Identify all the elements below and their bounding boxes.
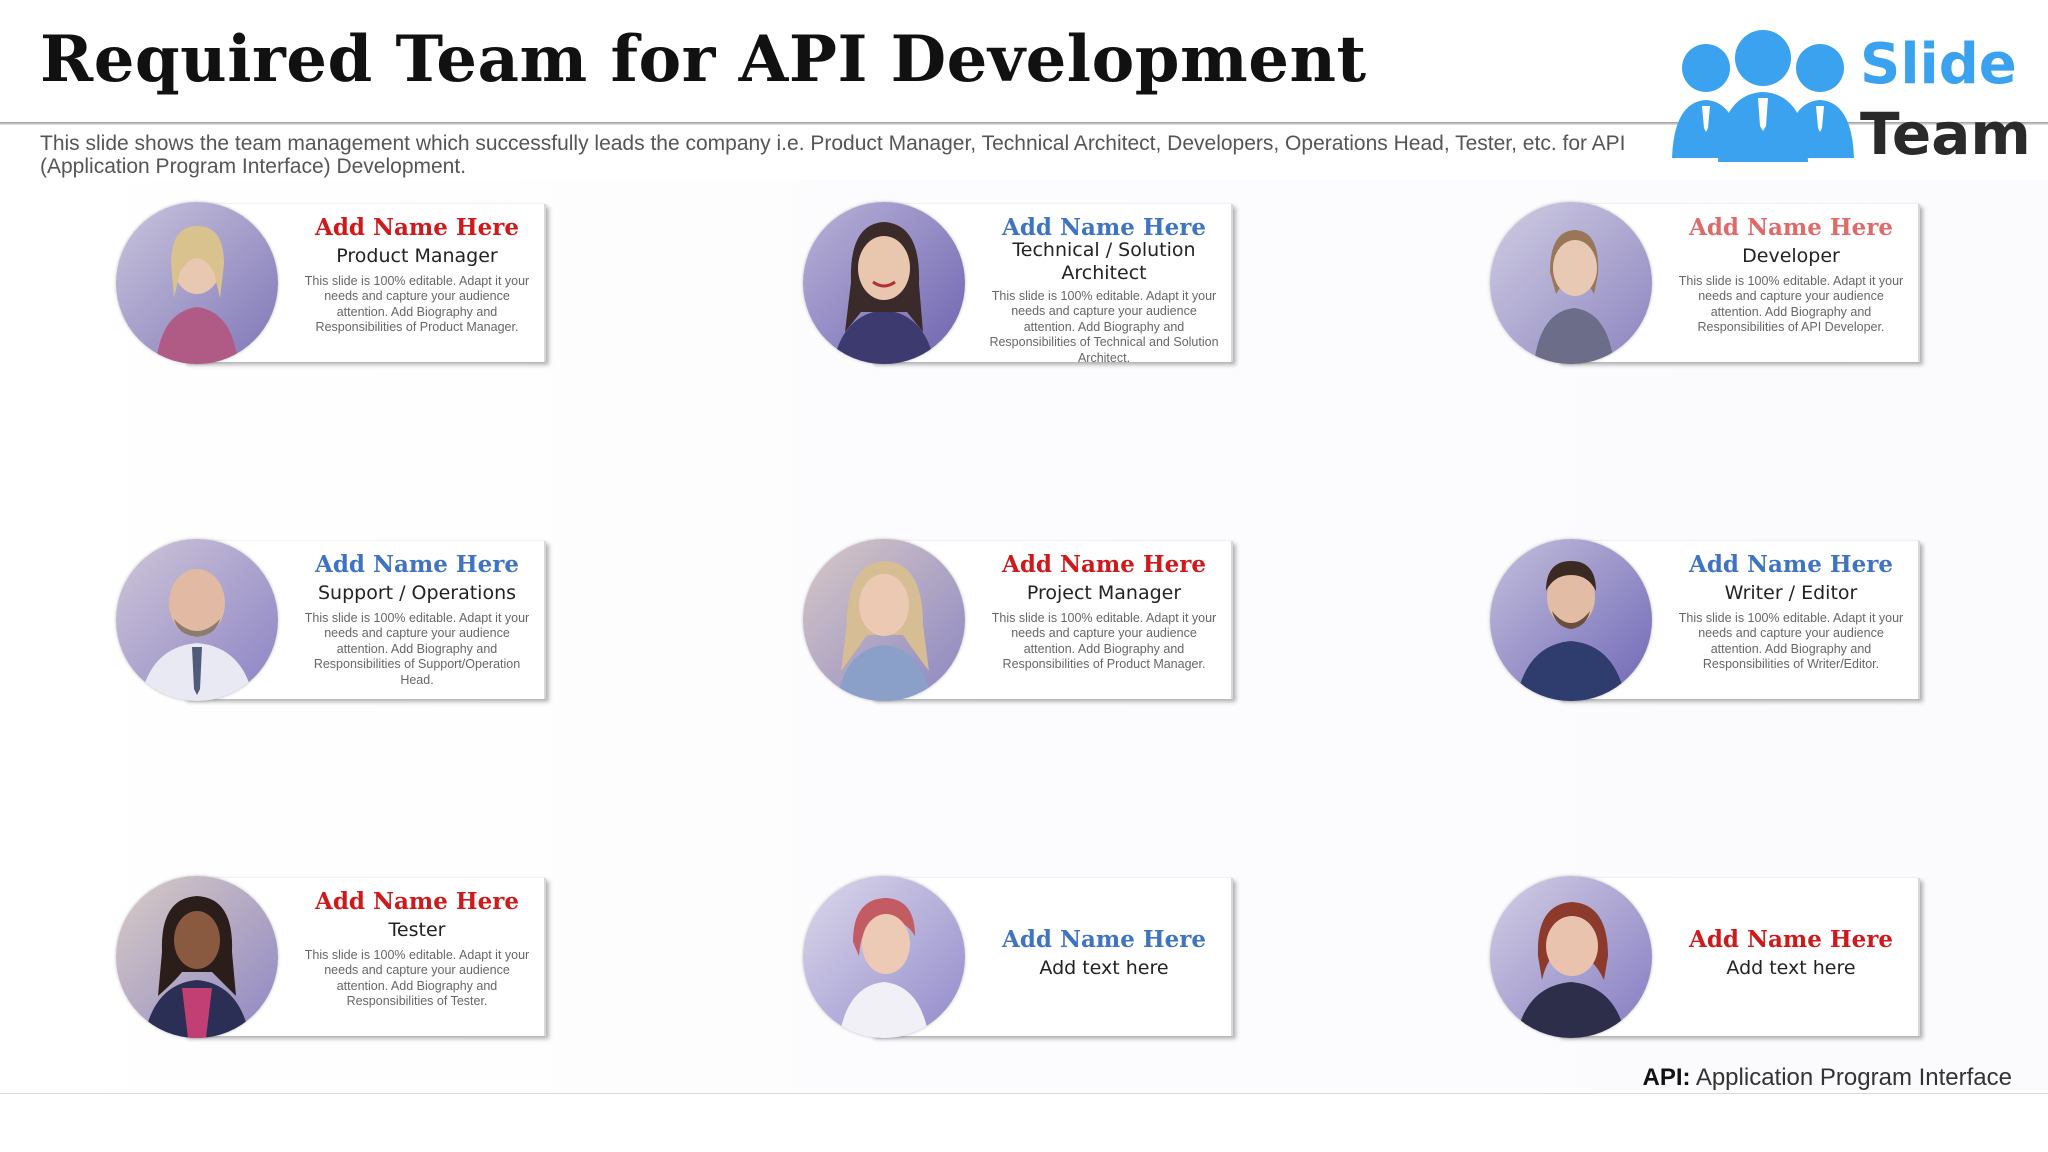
member-name: Add Name Here xyxy=(1688,926,1894,953)
member-description: This slide is 100% editable. Adapt it yo… xyxy=(991,611,1217,672)
card-text: Add Name Here Tester This slide is 100% … xyxy=(272,876,562,1010)
member-role: Project Manager xyxy=(1026,582,1182,604)
team-card-project-manager: Add Name Here Project Manager This slide… xyxy=(801,539,1241,704)
slideteam-logo: Slide Team xyxy=(1668,28,2031,168)
member-role: Writer / Editor xyxy=(1724,582,1858,604)
member-role: Technical / Solution Architect xyxy=(1012,239,1196,284)
member-name: Add Name Here xyxy=(314,888,520,915)
member-name: Add Name Here xyxy=(314,551,520,578)
team-card-product-manager: Add Name Here Product Manager This slide… xyxy=(114,202,554,367)
man-photo xyxy=(116,539,278,701)
card-text: Add Name Here Project Manager This slide… xyxy=(959,539,1249,673)
logo-text-team: Team xyxy=(1860,100,2031,168)
card-text: Add Name Here Writer / Editor This slide… xyxy=(1646,539,1936,673)
woman-photo xyxy=(803,539,965,701)
team-card-developer: Add Name Here Developer This slide is 10… xyxy=(1488,202,1928,367)
member-role: Add text here xyxy=(1726,957,1856,979)
card-text: Add Name Here Developer This slide is 10… xyxy=(1646,202,1936,336)
woman-photo xyxy=(803,876,965,1038)
man-photo xyxy=(1490,539,1652,701)
member-description: This slide is 100% editable. Adapt it yo… xyxy=(989,289,1219,365)
slide-subtitle: This slide shows the team management whi… xyxy=(40,132,1626,178)
woman-photo xyxy=(116,202,278,364)
team-card-technical-architect: Add Name Here Technical / Solution Archi… xyxy=(801,202,1241,367)
team-card-member-9: Add Name Here Add text here xyxy=(1488,876,1928,1041)
card-text: Add Name Here Technical / Solution Archi… xyxy=(959,202,1249,366)
member-role: Support / Operations xyxy=(317,582,517,604)
team-card-tester: Add Name Here Tester This slide is 100% … xyxy=(114,876,554,1041)
api-expansion: Application Program Interface xyxy=(1695,1064,2012,1091)
card-text: Add Name Here Add text here xyxy=(1646,876,1936,980)
team-card-member-8: Add Name Here Add text here xyxy=(801,876,1241,1041)
people-group-icon xyxy=(1672,30,1854,162)
member-role: Product Manager xyxy=(336,245,498,267)
card-text: Add Name Here Support / Operations This … xyxy=(272,539,562,688)
member-name: Add Name Here xyxy=(314,214,520,241)
member-name: Add Name Here xyxy=(1001,926,1207,953)
member-name: Add Name Here xyxy=(1001,551,1207,578)
footer-divider xyxy=(0,1093,2048,1094)
logo-text-slide: Slide xyxy=(1860,32,2017,97)
woman-photo xyxy=(1490,202,1652,364)
api-footnote: API: Application Program Interface xyxy=(1642,1064,2012,1092)
member-role: Developer xyxy=(1742,245,1840,267)
member-name: Add Name Here xyxy=(1001,214,1207,241)
slide-title: Required Team for API Development xyxy=(40,22,1367,97)
card-text: Add Name Here Product Manager This slide… xyxy=(272,202,562,336)
team-card-support-operations: Add Name Here Support / Operations This … xyxy=(114,539,554,704)
member-description: This slide is 100% editable. Adapt it yo… xyxy=(1678,611,1904,672)
api-abbreviation: API: xyxy=(1642,1064,1691,1091)
member-role: Add text here xyxy=(1039,957,1169,979)
team-card-writer-editor: Add Name Here Writer / Editor This slide… xyxy=(1488,539,1928,704)
member-description: This slide is 100% editable. Adapt it yo… xyxy=(304,274,530,335)
woman-photo xyxy=(803,202,965,364)
woman-photo xyxy=(1490,876,1652,1038)
member-description: This slide is 100% editable. Adapt it yo… xyxy=(1678,274,1904,335)
member-description: This slide is 100% editable. Adapt it yo… xyxy=(304,948,530,1009)
woman-photo xyxy=(116,876,278,1038)
member-role: Tester xyxy=(388,919,446,941)
member-name: Add Name Here xyxy=(1688,214,1894,241)
member-name: Add Name Here xyxy=(1688,551,1894,578)
card-text: Add Name Here Add text here xyxy=(959,876,1249,980)
member-description: This slide is 100% editable. Adapt it yo… xyxy=(304,611,530,687)
